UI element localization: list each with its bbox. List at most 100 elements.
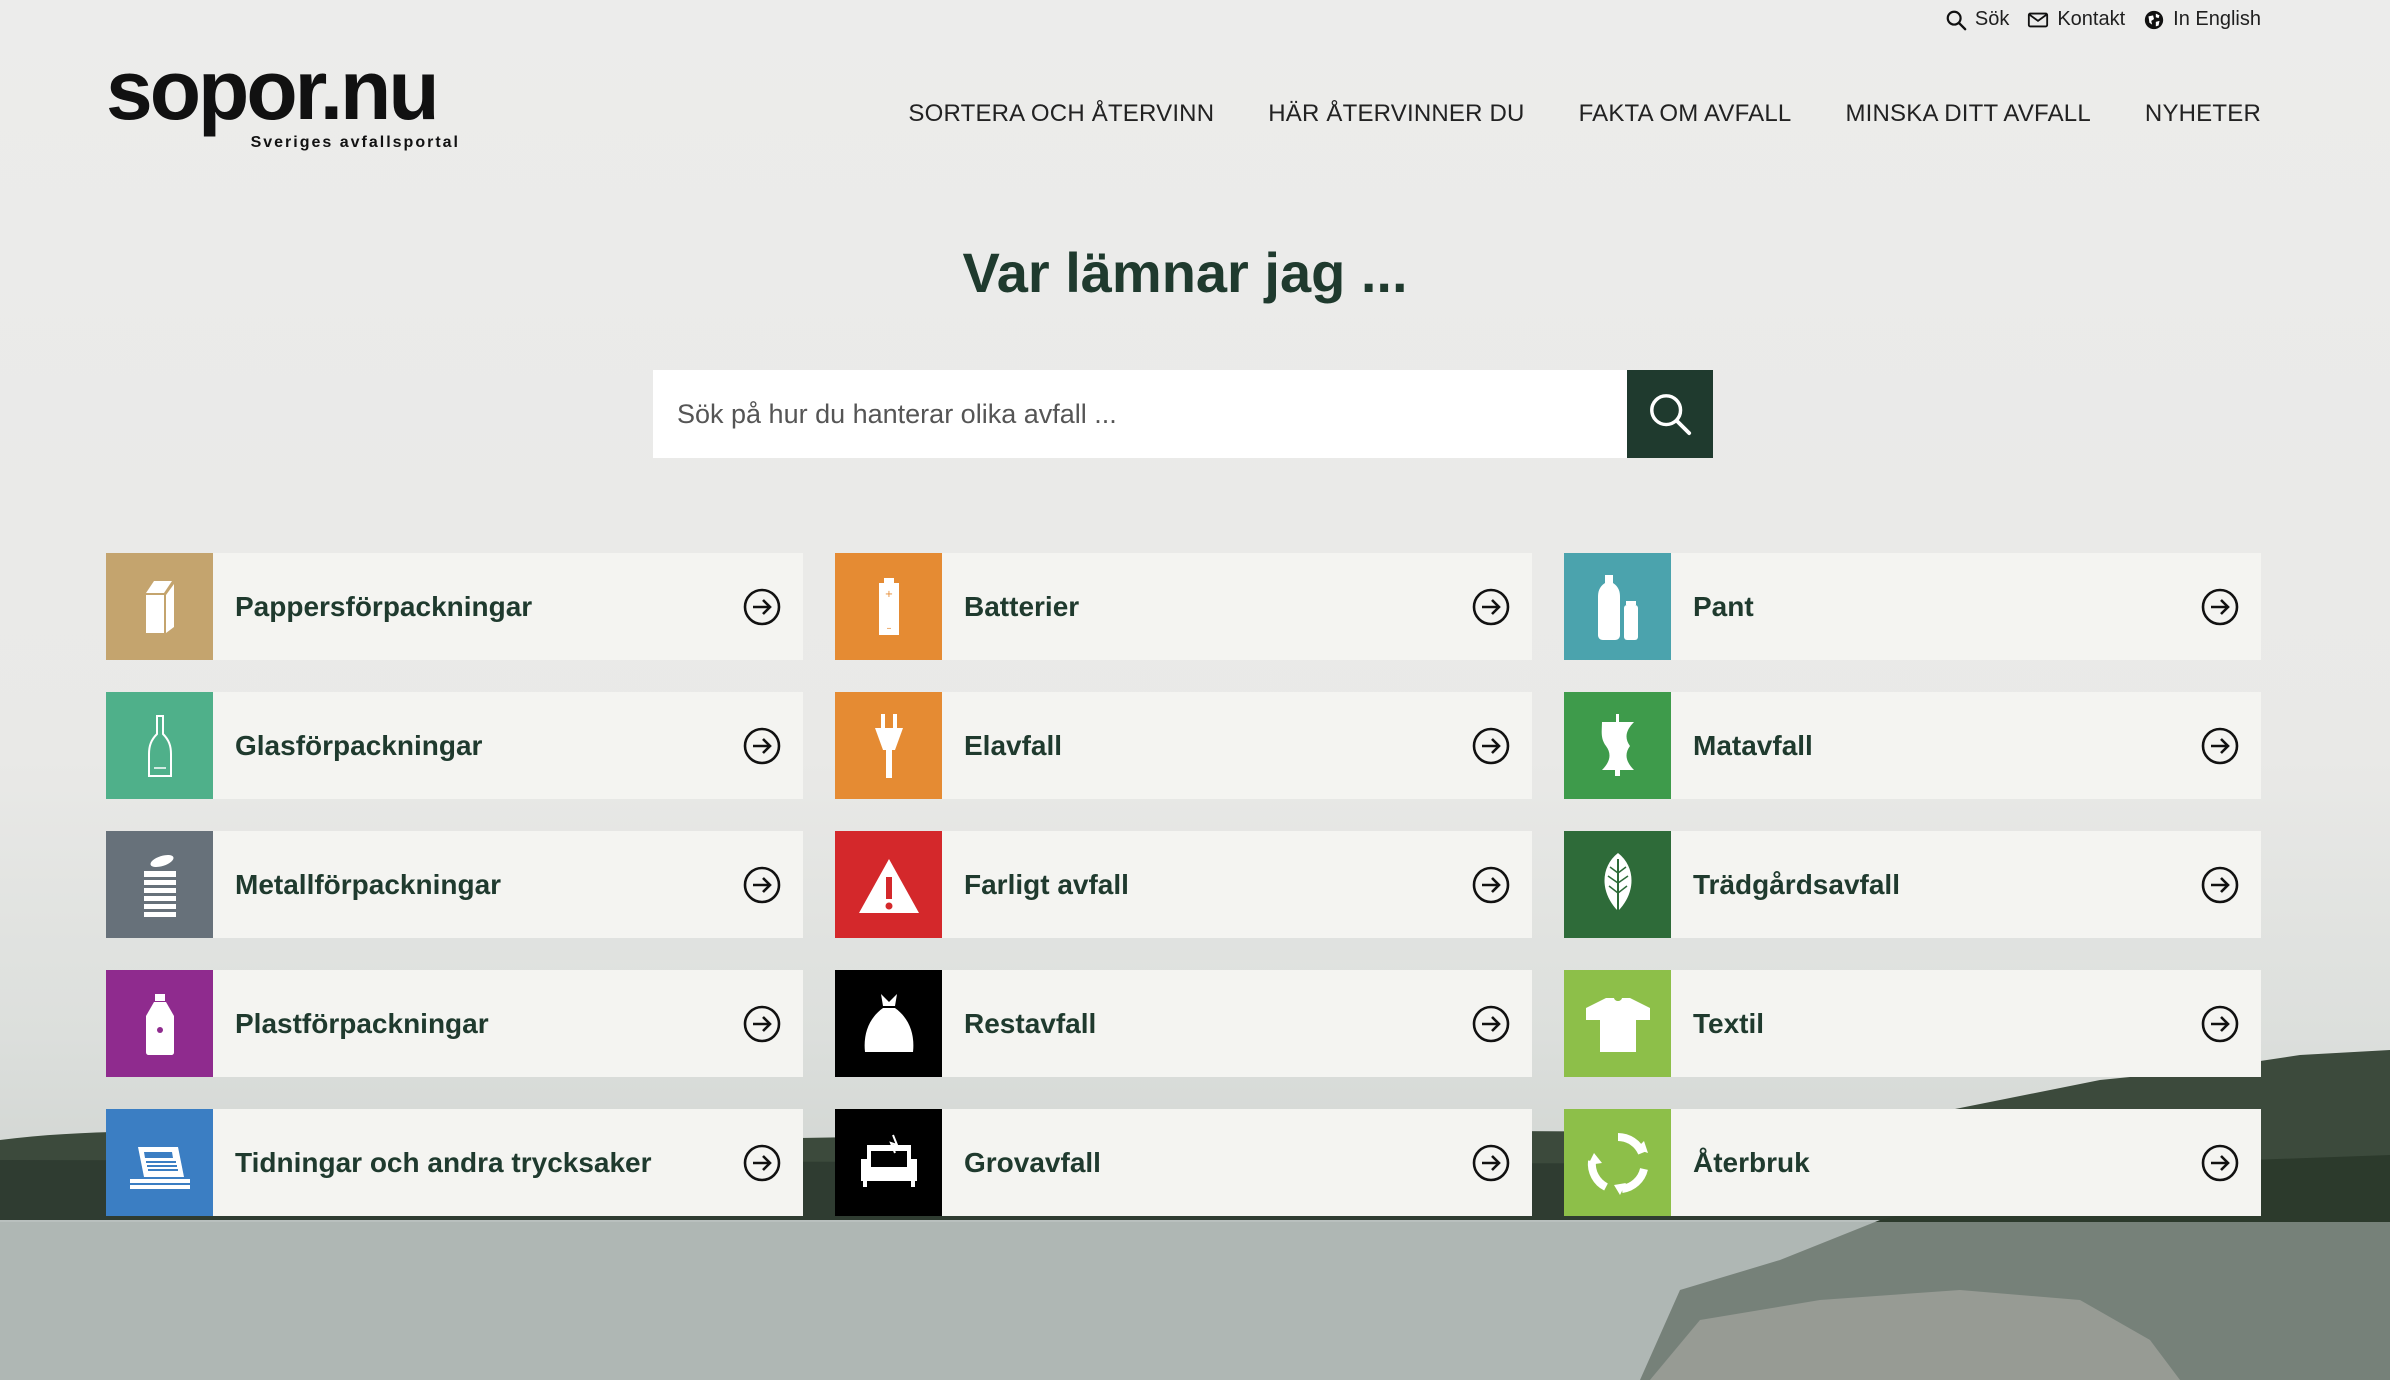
glass-bottle-icon — [147, 714, 172, 777]
arrow-right-circle-icon — [1472, 1144, 1510, 1181]
category-icon-tile — [1564, 1109, 1671, 1216]
category-icon-tile — [106, 553, 213, 660]
logo-wordmark: sopor.nu — [106, 43, 440, 137]
logo-tagline: Sveriges avfallsportal — [250, 134, 460, 151]
category-icon-tile — [106, 692, 213, 799]
category-label: Återbruk — [1693, 1146, 1810, 1178]
category-plastforpackningar[interactable]: Plastförpackningar — [106, 970, 803, 1077]
nav-har-atervinner-du[interactable]: HÄR ÅTERVINNER DU — [1268, 100, 1524, 128]
category-elavfall[interactable]: Elavfall — [835, 692, 1532, 799]
category-label: Tidningar och andra trycksaker — [235, 1146, 652, 1178]
category-label: Elavfall — [964, 729, 1063, 761]
plastic-bottle-icon — [145, 993, 174, 1055]
category-icon-tile — [106, 1109, 213, 1216]
can-icon — [143, 854, 176, 917]
page-title: Var lämnar jag ... — [962, 241, 1408, 304]
svg-text:–: – — [886, 623, 891, 634]
nav-nyheter[interactable]: NYHETER — [2145, 100, 2261, 128]
arrow-right-circle-icon — [2201, 588, 2239, 625]
arrow-right-circle-icon — [1472, 727, 1510, 764]
category-tradgardsavfall[interactable]: Trädgårdsavfall — [1564, 831, 2261, 938]
search-icon — [1946, 10, 1967, 30]
nav-minska[interactable]: MINSKA DITT AVFALL — [1845, 100, 2090, 128]
site-logo[interactable]: sopor.nu Sveriges avfallsportal — [106, 48, 460, 156]
category-label: Plastförpackningar — [235, 1007, 489, 1039]
category-label: Pappersförpackningar — [235, 590, 533, 622]
arrow-right-circle-icon — [2201, 727, 2239, 764]
category-matavfall[interactable]: Matavfall — [1564, 692, 2261, 799]
category-label: Restavfall — [964, 1007, 1097, 1039]
util-english-link[interactable]: In English — [2143, 8, 2261, 31]
search-icon — [1650, 394, 1692, 436]
category-label: Trädgårdsavfall — [1693, 868, 1900, 900]
util-contact-label: Kontakt — [2057, 8, 2126, 30]
util-english-label: In English — [2173, 8, 2261, 30]
bottles-icon — [1597, 574, 1638, 640]
category-icon-tile — [1564, 692, 1671, 799]
sofa-icon — [860, 1134, 917, 1187]
category-label: Batterier — [964, 590, 1080, 622]
arrow-right-circle-icon — [743, 1005, 781, 1042]
category-label: Farligt avfall — [964, 868, 1129, 900]
newspaper-icon — [129, 1146, 190, 1189]
arrow-right-circle-icon — [2201, 1005, 2239, 1042]
category-label: Metallförpackningar — [235, 868, 502, 900]
arrow-right-circle-icon — [743, 1144, 781, 1181]
category-icon-tile — [835, 831, 942, 938]
util-contact-link[interactable]: Kontakt — [2027, 8, 2125, 31]
category-grovavfall[interactable]: Grovavfall — [835, 1109, 1532, 1216]
category-icon-tile: + – — [835, 553, 942, 660]
main-nav: SORTERA OCH ÅTERVINN HÄR ÅTERVINNER DU F… — [908, 100, 2261, 128]
category-textil[interactable]: Textil — [1564, 970, 2261, 1077]
category-icon-tile — [1564, 970, 1671, 1077]
milk-carton-icon — [145, 580, 174, 633]
category-label: Glasförpackningar — [235, 729, 483, 761]
arrow-right-circle-icon — [2201, 866, 2239, 903]
category-batterier[interactable]: + – Batterier — [835, 553, 1532, 660]
arrow-right-circle-icon — [743, 588, 781, 625]
category-label: Grovavfall — [964, 1146, 1101, 1178]
category-icon-tile — [106, 831, 213, 938]
mail-icon — [2028, 12, 2049, 27]
globe-icon — [2144, 10, 2164, 29]
category-metallforpackningar[interactable]: Metallförpackningar — [106, 831, 803, 938]
battery-icon: +– — [878, 577, 899, 635]
search-input[interactable] — [653, 370, 1627, 458]
category-pappersforpackningar[interactable]: Pappersförpackningar — [106, 553, 803, 660]
recycle-icon — [1587, 1132, 1648, 1195]
arrow-right-circle-icon — [1472, 866, 1510, 903]
category-icon-tile — [835, 692, 942, 799]
category-grid: Pappersförpackningar + – Batterier Pant G… — [106, 553, 2261, 1216]
arrow-right-circle-icon — [743, 866, 781, 903]
warning-icon — [858, 858, 919, 913]
category-label: Matavfall — [1693, 729, 1813, 761]
category-farligt-avfall[interactable]: Farligt avfall — [835, 831, 1532, 938]
tshirt-icon — [1585, 997, 1650, 1052]
nav-fakta[interactable]: FAKTA OM AVFALL — [1579, 100, 1792, 128]
category-icon-tile — [1564, 831, 1671, 938]
category-icon-tile — [835, 1109, 942, 1216]
category-icon-tile — [835, 970, 942, 1077]
category-aterbruk[interactable]: Återbruk — [1564, 1109, 2261, 1216]
category-label: Pant — [1693, 590, 1754, 622]
arrow-right-circle-icon — [1472, 1005, 1510, 1042]
category-pant[interactable]: Pant — [1564, 553, 2261, 660]
arrow-right-circle-icon — [743, 727, 781, 764]
category-glasforpackningar[interactable]: Glasförpackningar — [106, 692, 803, 799]
category-tidningar[interactable]: Tidningar och andra trycksaker — [106, 1109, 803, 1216]
search-button[interactable] — [1627, 370, 1713, 458]
category-icon-tile — [106, 970, 213, 1077]
category-label: Textil — [1693, 1007, 1765, 1039]
nav-sortera[interactable]: SORTERA OCH ÅTERVINN — [908, 100, 1214, 128]
svg-text:+: + — [884, 589, 892, 600]
arrow-right-circle-icon — [2201, 1144, 2239, 1181]
category-restavfall[interactable]: Restavfall — [835, 970, 1532, 1077]
search-bar — [653, 370, 1713, 458]
utility-nav: Sök Kontakt In English — [1945, 8, 2261, 31]
apple-core-icon — [1601, 713, 1634, 776]
util-search-link[interactable]: Sök — [1945, 8, 2009, 31]
garbage-bag-icon — [864, 993, 913, 1052]
category-icon-tile — [1564, 553, 1671, 660]
leaf-icon — [1604, 852, 1631, 919]
plug-icon — [874, 713, 903, 778]
